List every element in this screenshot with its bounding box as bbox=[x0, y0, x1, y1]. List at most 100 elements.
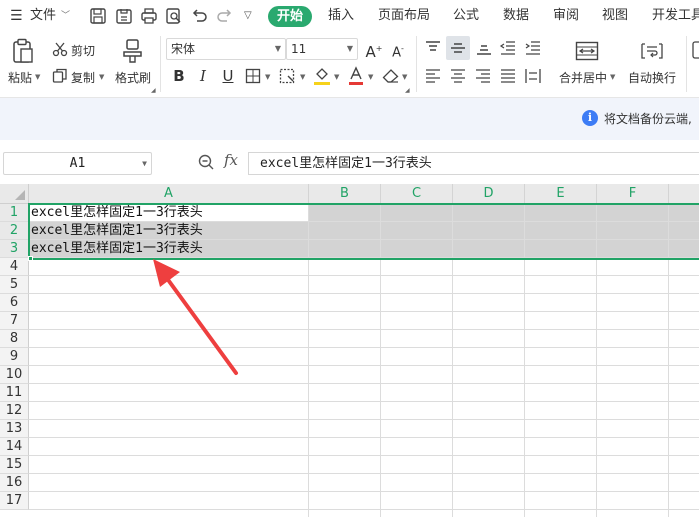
table-row[interactable] bbox=[29, 456, 699, 474]
fill-color-icon[interactable] bbox=[313, 66, 331, 86]
group-expand-icon[interactable]: ◢ bbox=[151, 87, 156, 94]
tab-data[interactable]: 数据 bbox=[503, 0, 529, 32]
eraser-dropdown-icon[interactable]: ▼ bbox=[402, 73, 407, 81]
row-header-11[interactable]: 11 bbox=[0, 384, 29, 402]
paste-button[interactable]: 粘贴 bbox=[8, 69, 32, 86]
border-dropdown-icon[interactable]: ▼ bbox=[265, 73, 270, 81]
row-header-15[interactable]: 15 bbox=[0, 456, 29, 474]
row-header-17[interactable]: 17 bbox=[0, 492, 29, 510]
cloud-backup-notice[interactable]: 将文档备份云端, bbox=[604, 110, 692, 127]
row-header-4[interactable]: 4 bbox=[0, 258, 29, 276]
wrap-text-button[interactable]: 自动换行 bbox=[628, 69, 676, 86]
formula-input[interactable]: excel里怎样固定1一3行表头 bbox=[248, 152, 699, 175]
table-row[interactable] bbox=[29, 474, 699, 492]
select-all-corner[interactable] bbox=[0, 184, 29, 204]
row-header-8[interactable]: 8 bbox=[0, 330, 29, 348]
row-header-3[interactable]: 3 bbox=[0, 240, 29, 258]
decrease-font-size-icon[interactable]: A- bbox=[388, 39, 408, 60]
table-row[interactable] bbox=[29, 420, 699, 438]
bold-icon[interactable]: B bbox=[169, 66, 189, 86]
tab-page-layout[interactable]: 页面布局 bbox=[378, 0, 430, 32]
row-header-9[interactable]: 9 bbox=[0, 348, 29, 366]
align-center-icon[interactable] bbox=[449, 68, 467, 84]
increase-indent-icon[interactable] bbox=[524, 40, 542, 56]
italic-icon[interactable]: I bbox=[193, 66, 213, 86]
row-header-14[interactable]: 14 bbox=[0, 438, 29, 456]
tab-view[interactable]: 视图 bbox=[602, 0, 628, 32]
cell-style-dropdown-icon[interactable]: ▼ bbox=[300, 73, 305, 81]
print-preview-icon[interactable] bbox=[165, 7, 183, 25]
tab-home[interactable]: 开始 bbox=[268, 6, 312, 27]
underline-icon[interactable]: U bbox=[218, 66, 238, 86]
table-row[interactable] bbox=[29, 312, 699, 330]
table-row[interactable] bbox=[29, 384, 699, 402]
font-size-select[interactable]: 11 ▼ bbox=[286, 38, 358, 60]
wrap-text-icon[interactable] bbox=[640, 41, 664, 61]
paste-dropdown-icon[interactable]: ▼ bbox=[35, 73, 40, 81]
table-row[interactable] bbox=[29, 258, 699, 276]
column-header-g[interactable] bbox=[669, 184, 699, 204]
table-row[interactable] bbox=[29, 294, 699, 312]
row-header-7[interactable]: 7 bbox=[0, 312, 29, 330]
tab-review[interactable]: 审阅 bbox=[553, 0, 579, 32]
tab-insert[interactable]: 插入 bbox=[328, 0, 354, 32]
cut-button[interactable]: 剪切 bbox=[71, 42, 95, 59]
merge-center-button[interactable]: 合并居中 bbox=[559, 69, 607, 86]
distributed-align-icon[interactable] bbox=[524, 68, 542, 84]
table-row[interactable] bbox=[29, 348, 699, 366]
row-header-12[interactable]: 12 bbox=[0, 402, 29, 420]
row-header-1[interactable]: 1 bbox=[0, 204, 29, 222]
column-header-d[interactable]: D bbox=[453, 184, 525, 204]
align-right-icon[interactable] bbox=[474, 68, 492, 84]
copy-dropdown-icon[interactable]: ▼ bbox=[99, 73, 104, 81]
format-painter-icon[interactable] bbox=[122, 38, 144, 64]
format-painter-button[interactable]: 格式刷 bbox=[115, 69, 151, 86]
font-name-select[interactable]: 宋体 ▼ bbox=[166, 38, 286, 60]
tab-formulas[interactable]: 公式 bbox=[453, 0, 479, 32]
merge-center-icon[interactable] bbox=[575, 41, 599, 61]
table-row[interactable] bbox=[29, 276, 699, 294]
tab-developer[interactable]: 开发工具 bbox=[652, 0, 699, 32]
column-header-c[interactable]: C bbox=[381, 184, 453, 204]
row-header-2[interactable]: 2 bbox=[0, 222, 29, 240]
fill-color-dropdown-icon[interactable]: ▼ bbox=[334, 73, 339, 81]
quick-access-more-icon[interactable]: ▽ bbox=[244, 0, 252, 32]
align-middle-icon[interactable] bbox=[446, 36, 470, 60]
increase-font-size-icon[interactable]: A+ bbox=[364, 39, 384, 61]
fx-icon[interactable]: fx bbox=[224, 151, 238, 169]
font-color-dropdown-icon[interactable]: ▼ bbox=[368, 73, 373, 81]
align-left-icon[interactable] bbox=[424, 68, 442, 84]
justify-icon[interactable] bbox=[499, 68, 517, 84]
column-header-f[interactable]: F bbox=[597, 184, 669, 204]
row-header-6[interactable]: 6 bbox=[0, 294, 29, 312]
merge-dropdown-icon[interactable]: ▼ bbox=[610, 73, 615, 81]
align-bottom-icon[interactable] bbox=[475, 40, 493, 56]
paste-icon[interactable] bbox=[11, 38, 35, 64]
row-header-16[interactable]: 16 bbox=[0, 474, 29, 492]
table-row[interactable] bbox=[29, 330, 699, 348]
chevron-down-icon[interactable]: ﹀ bbox=[61, 0, 70, 32]
cell-style-icon[interactable] bbox=[279, 68, 297, 84]
fill-handle[interactable] bbox=[28, 256, 33, 261]
copy-icon[interactable] bbox=[52, 68, 68, 84]
print-icon[interactable] bbox=[140, 7, 158, 25]
scissors-icon[interactable] bbox=[52, 41, 68, 57]
border-icon[interactable] bbox=[245, 68, 261, 84]
menu-file[interactable]: 文件 bbox=[30, 0, 56, 32]
export-icon[interactable] bbox=[115, 7, 133, 25]
row-header-13[interactable]: 13 bbox=[0, 420, 29, 438]
column-header-a[interactable]: A bbox=[29, 184, 309, 204]
save-icon[interactable] bbox=[89, 7, 107, 25]
name-box[interactable]: A1 ▼ bbox=[3, 152, 152, 175]
redo-icon[interactable] bbox=[216, 7, 234, 25]
copy-button[interactable]: 复制 bbox=[71, 69, 95, 86]
column-header-e[interactable]: E bbox=[525, 184, 597, 204]
eraser-icon[interactable] bbox=[382, 68, 400, 84]
table-row[interactable] bbox=[29, 438, 699, 456]
table-row[interactable] bbox=[29, 402, 699, 420]
table-row[interactable] bbox=[29, 366, 699, 384]
align-top-icon[interactable] bbox=[424, 40, 442, 56]
table-row[interactable] bbox=[29, 492, 699, 510]
zoom-icon[interactable] bbox=[197, 153, 215, 174]
undo-icon[interactable] bbox=[190, 7, 208, 25]
